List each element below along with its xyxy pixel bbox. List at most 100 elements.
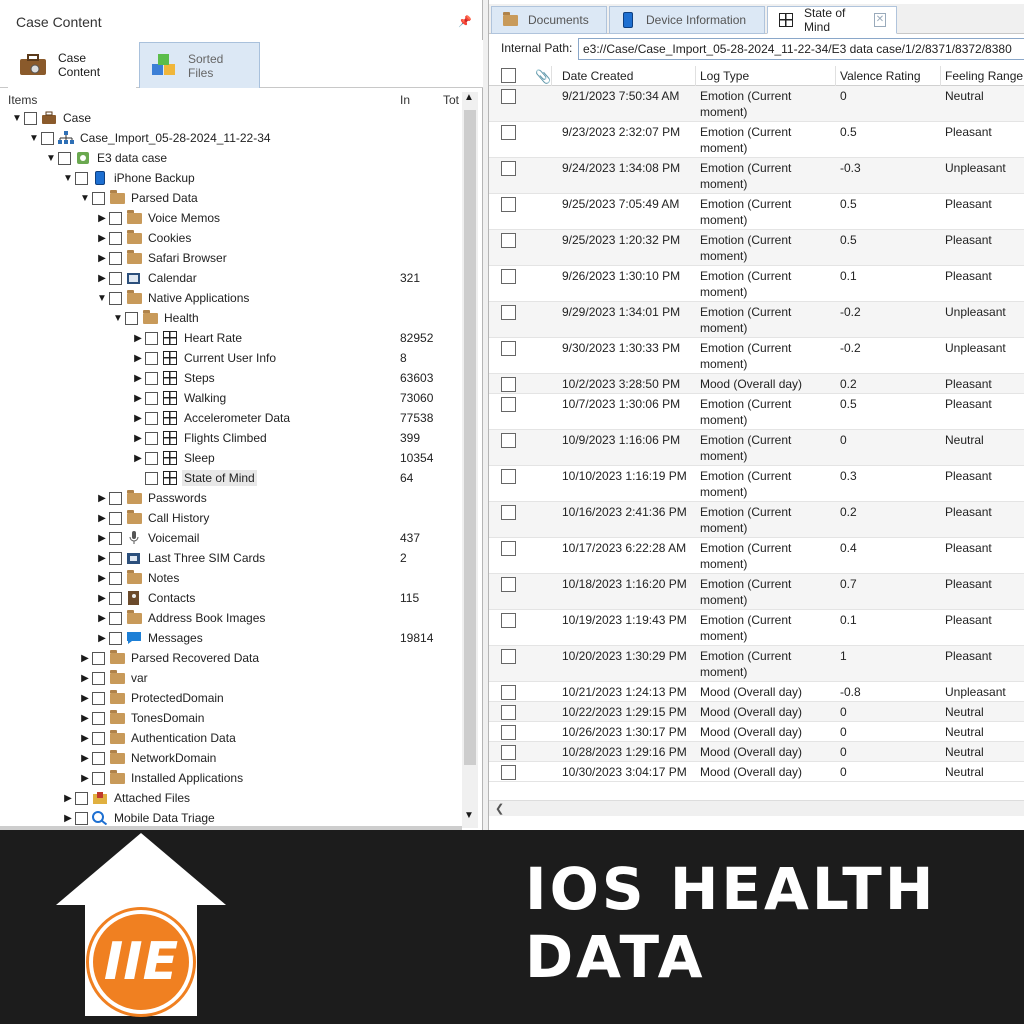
expand-arrow-icon[interactable]: ▶ — [97, 613, 107, 624]
expand-arrow-icon[interactable]: ▶ — [97, 273, 107, 284]
expand-arrow-icon[interactable]: ▶ — [97, 233, 107, 244]
column-date-created[interactable]: Date Created — [562, 69, 633, 83]
tree-item-checkbox[interactable] — [109, 531, 122, 545]
row-checkbox[interactable] — [501, 269, 516, 284]
expand-arrow-icon[interactable]: ▶ — [80, 713, 90, 724]
expand-arrow-icon[interactable]: ▶ — [97, 513, 107, 524]
tree-item[interactable]: ▶ Contacts 115 — [0, 588, 462, 608]
tree-item-checkbox[interactable] — [109, 511, 122, 525]
tree-item-checkbox[interactable] — [92, 671, 105, 685]
grid-horizontal-scrollbar[interactable]: ❮ — [489, 800, 1024, 816]
select-all-checkbox[interactable] — [501, 68, 516, 83]
table-row[interactable]: 10/2/2023 3:28:50 PM Mood (Overall day) 0.… — [489, 374, 1024, 394]
expand-arrow-icon[interactable]: ▶ — [97, 213, 107, 224]
expand-arrow-icon[interactable]: ▶ — [133, 413, 143, 424]
tree-item[interactable]: ▶ Address Book Images — [0, 608, 462, 628]
tree-item[interactable]: ▼ Case_Import_05-28-2024_11-22-34 — [0, 128, 462, 148]
expand-arrow-icon[interactable]: ▶ — [133, 333, 143, 344]
tree-item[interactable]: ▶ Last Three SIM Cards 2 — [0, 548, 462, 568]
tree-item-checkbox[interactable] — [109, 211, 122, 225]
tree-item[interactable]: ▼ iPhone Backup — [0, 168, 462, 188]
expand-arrow-icon[interactable]: ▶ — [80, 653, 90, 664]
collapse-arrow-icon[interactable]: ▼ — [113, 313, 123, 324]
column-log-type[interactable]: Log Type — [700, 69, 749, 83]
table-row[interactable]: 10/30/2023 3:04:17 PM Mood (Overall day) 0… — [489, 762, 1024, 782]
tree-item-checkbox[interactable] — [145, 411, 158, 425]
tab-documents[interactable]: Documents — [491, 6, 607, 34]
tree-item[interactable]: ▶ Walking 73060 — [0, 388, 462, 408]
row-checkbox[interactable] — [501, 765, 516, 780]
tree-item-checkbox[interactable] — [75, 791, 88, 805]
tree-item[interactable]: ▶ TonesDomain — [0, 708, 462, 728]
tree-item[interactable]: ▶ Notes — [0, 568, 462, 588]
tree-item-checkbox[interactable] — [145, 331, 158, 345]
table-row[interactable]: 9/24/2023 1:34:08 PM Emotion (Current mom… — [489, 158, 1024, 194]
collapse-arrow-icon[interactable]: ▼ — [12, 113, 22, 124]
tree-item-checkbox[interactable] — [75, 171, 88, 185]
expand-arrow-icon[interactable]: ▶ — [97, 573, 107, 584]
expand-arrow-icon[interactable]: ▶ — [133, 453, 143, 464]
tree-item-checkbox[interactable] — [75, 811, 88, 825]
scroll-up-icon[interactable]: ▲ — [464, 92, 474, 103]
tab-case-content[interactable]: Case Content — [8, 42, 136, 88]
tree-item-checkbox[interactable] — [58, 151, 71, 165]
tree-item[interactable]: ▶ Authentication Data — [0, 728, 462, 748]
tree-item[interactable]: ▶ Voicemail 437 — [0, 528, 462, 548]
tree-item-checkbox[interactable] — [145, 391, 158, 405]
tree-item[interactable]: ▶ Flights Climbed 399 — [0, 428, 462, 448]
table-row[interactable]: 10/17/2023 6:22:28 AM Emotion (Current mo… — [489, 538, 1024, 574]
tree-item-checkbox[interactable] — [92, 711, 105, 725]
column-in[interactable]: In — [400, 93, 410, 107]
tree-item-checkbox[interactable] — [24, 111, 37, 125]
tree-item[interactable]: ▶ Parsed Recovered Data — [0, 648, 462, 668]
table-row[interactable]: 10/26/2023 1:30:17 PM Mood (Overall day) 0… — [489, 722, 1024, 742]
tree-item-checkbox[interactable] — [92, 751, 105, 765]
tree-item[interactable]: ▶ Mobile Data Triage — [0, 808, 462, 828]
collapse-arrow-icon[interactable]: ▼ — [63, 173, 73, 184]
row-checkbox[interactable] — [501, 541, 516, 556]
table-row[interactable]: 9/29/2023 1:34:01 PM Emotion (Current mom… — [489, 302, 1024, 338]
tree-item-checkbox[interactable] — [145, 351, 158, 365]
row-checkbox[interactable] — [501, 705, 516, 720]
tree-item[interactable]: ▶ Accelerometer Data 77538 — [0, 408, 462, 428]
tree-item-checkbox[interactable] — [145, 371, 158, 385]
tab-state-of-mind[interactable]: State of Mind ✕ — [767, 6, 897, 34]
expand-arrow-icon[interactable]: ▶ — [80, 733, 90, 744]
table-row[interactable]: 10/10/2023 1:16:19 PM Emotion (Current mo… — [489, 466, 1024, 502]
internal-path-field[interactable]: e3://Case/Case_Import_05-28-2024_11-22-3… — [578, 38, 1024, 60]
tree-item-checkbox[interactable] — [145, 431, 158, 445]
tree-item[interactable]: ▼ Case — [0, 108, 462, 128]
tree-item[interactable]: ▶ Current User Info 8 — [0, 348, 462, 368]
column-items[interactable]: Items — [8, 93, 37, 107]
table-row[interactable]: 10/7/2023 1:30:06 PM Emotion (Current mom… — [489, 394, 1024, 430]
row-checkbox[interactable] — [501, 649, 516, 664]
table-row[interactable]: 10/9/2023 1:16:06 PM Emotion (Current mom… — [489, 430, 1024, 466]
collapse-arrow-icon[interactable]: ▼ — [46, 153, 56, 164]
tree-item-checkbox[interactable] — [92, 731, 105, 745]
tree-item[interactable]: ▶ Heart Rate 82952 — [0, 328, 462, 348]
tree-item-checkbox[interactable] — [109, 551, 122, 565]
expand-arrow-icon[interactable]: ▶ — [80, 693, 90, 704]
expand-arrow-icon[interactable]: ▶ — [97, 493, 107, 504]
tree-item[interactable]: ▶ Messages 19814 — [0, 628, 462, 648]
tree-item-checkbox[interactable] — [92, 691, 105, 705]
expand-arrow-icon[interactable]: ▶ — [97, 593, 107, 604]
row-checkbox[interactable] — [501, 397, 516, 412]
table-row[interactable]: 10/21/2023 1:24:13 PM Mood (Overall day) -… — [489, 682, 1024, 702]
tab-device-information[interactable]: Device Information — [609, 6, 765, 34]
table-row[interactable]: 10/16/2023 2:41:36 PM Emotion (Current mo… — [489, 502, 1024, 538]
vertical-scrollbar[interactable]: ▲ ▼ — [462, 92, 478, 828]
collapse-arrow-icon[interactable]: ▼ — [29, 133, 39, 144]
tree-item[interactable]: ▶ Passwords — [0, 488, 462, 508]
expand-arrow-icon[interactable]: ▶ — [133, 373, 143, 384]
tree-item[interactable]: ▶ Sleep 10354 — [0, 448, 462, 468]
expand-arrow-icon[interactable]: ▶ — [80, 773, 90, 784]
expand-arrow-icon[interactable]: ▶ — [63, 813, 73, 824]
row-checkbox[interactable] — [501, 745, 516, 760]
row-checkbox[interactable] — [501, 197, 516, 212]
table-row[interactable]: 9/25/2023 7:05:49 AM Emotion (Current mom… — [489, 194, 1024, 230]
tree-item-checkbox[interactable] — [92, 651, 105, 665]
tree-item-checkbox[interactable] — [145, 471, 158, 485]
tree-item[interactable]: ▼ Health — [0, 308, 462, 328]
table-row[interactable]: 9/26/2023 1:30:10 PM Emotion (Current mom… — [489, 266, 1024, 302]
